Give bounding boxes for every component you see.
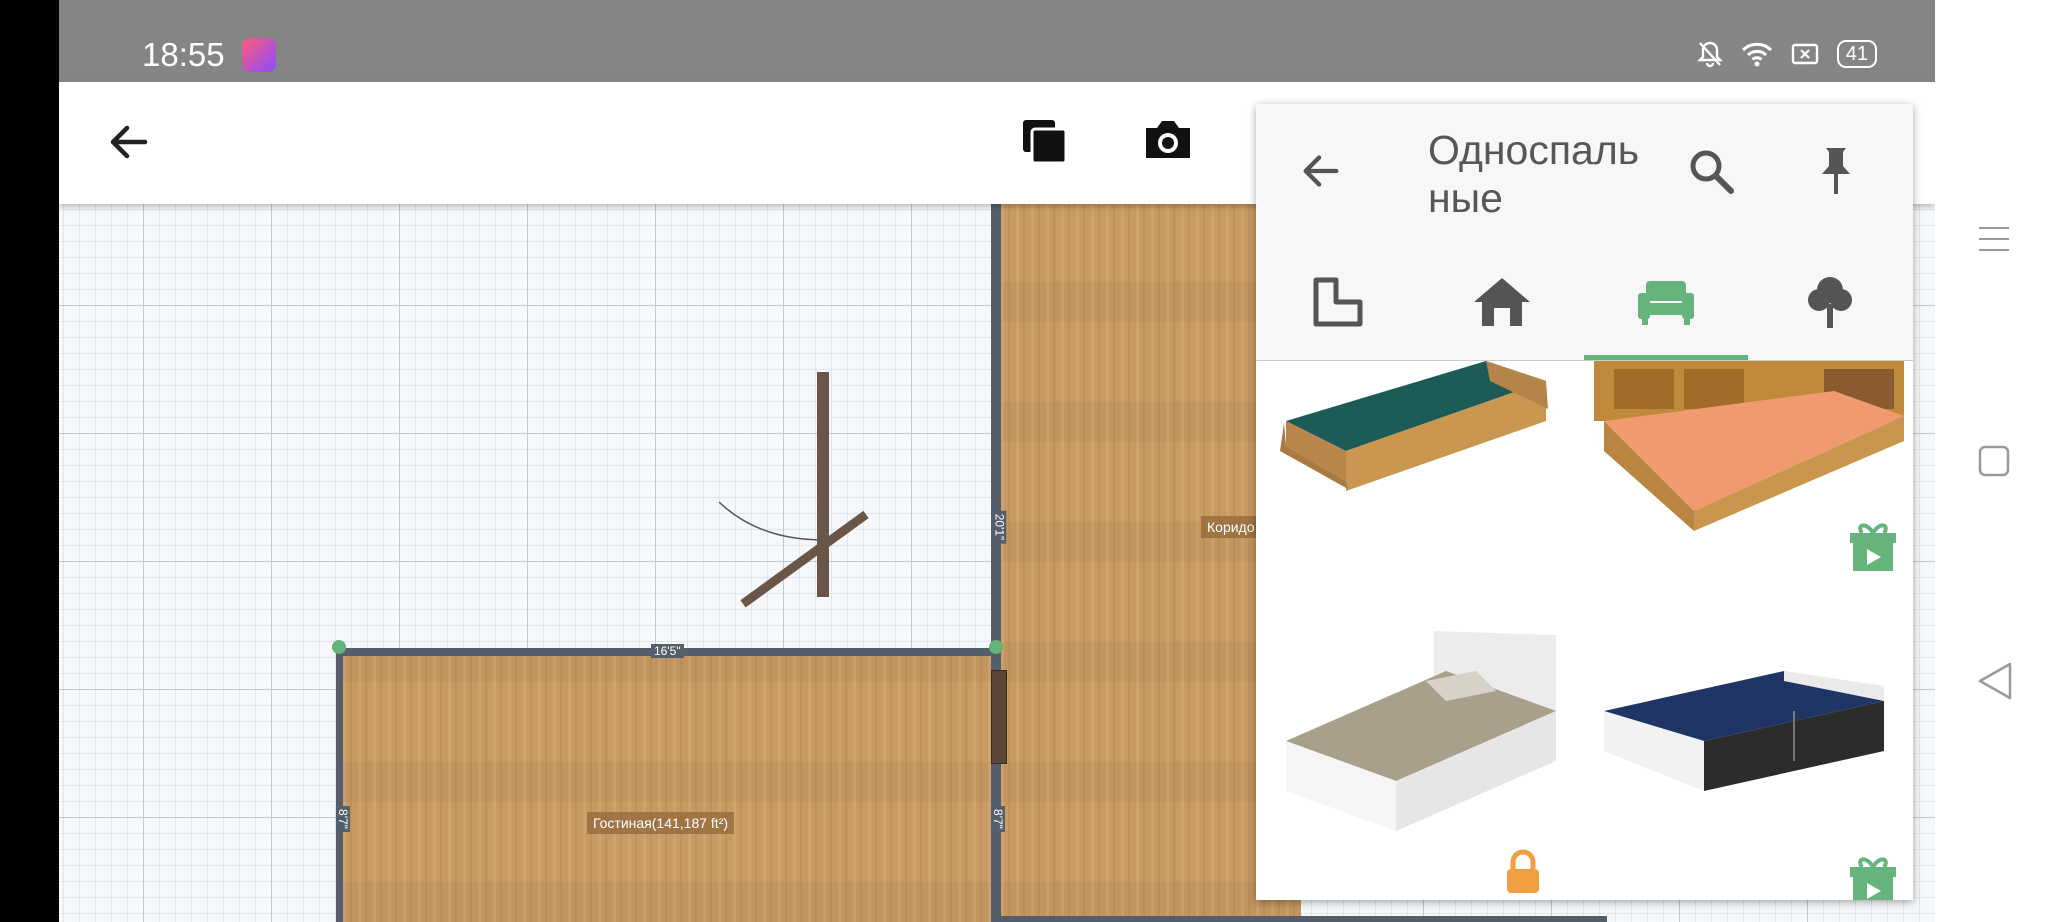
catalog-item[interactable] [1584, 361, 1912, 631]
room-shape-icon [1313, 277, 1363, 327]
panel-header: Односпальные [1256, 104, 1913, 244]
tab-house[interactable] [1420, 244, 1584, 360]
bed-thumbnail [1286, 631, 1556, 831]
status-time: 18:55 [142, 36, 225, 73]
catalog-item[interactable] [1256, 631, 1584, 900]
dim-living-right: 8'7" [990, 806, 1005, 832]
mute-bell-icon [1696, 41, 1723, 68]
room-living[interactable] [343, 656, 991, 922]
app-screen: 18:55 41 16'5" 8'7" 8'7" 20'1" Гостиная(… [59, 0, 1935, 922]
corner-node[interactable] [989, 640, 1003, 654]
panel-title: Односпальные [1428, 127, 1640, 221]
catalog-item[interactable] [1256, 361, 1584, 631]
tab-furniture[interactable] [1584, 244, 1748, 360]
panel-tabs [1256, 244, 1913, 361]
app-notification-icon [242, 38, 276, 72]
sim-icon [1791, 43, 1818, 65]
room-label-corridor[interactable]: Коридо [1201, 516, 1261, 538]
bed-thumbnail [1280, 361, 1548, 491]
home-square-icon[interactable] [1978, 445, 2010, 477]
door-frame[interactable] [817, 372, 829, 597]
back-arrow-icon[interactable] [105, 118, 153, 166]
tab-outdoor[interactable] [1748, 244, 1912, 360]
corner-node[interactable] [332, 640, 346, 654]
dim-living-left: 8'7" [335, 806, 350, 832]
active-tab-indicator [1584, 355, 1748, 360]
status-bar: 18:55 41 [59, 0, 1935, 82]
catalog-item[interactable] [1584, 631, 1912, 900]
wall-living-left[interactable] [336, 648, 343, 922]
gift-video-icon[interactable] [1848, 519, 1898, 573]
status-icons: 41 [1696, 40, 1877, 68]
house-icon [1474, 278, 1530, 326]
wall-corridor-bottom[interactable] [1001, 916, 1607, 922]
dim-corridor-left: 20'1" [992, 510, 1007, 544]
search-icon[interactable] [1686, 146, 1736, 196]
dim-living-top: 16'5" [651, 644, 684, 658]
camera-icon[interactable] [1140, 116, 1196, 164]
gift-video-icon[interactable] [1848, 853, 1898, 900]
room-label-living[interactable]: Гостиная(141,187 ft²) [587, 812, 735, 834]
tab-rooms[interactable] [1256, 244, 1420, 360]
battery-indicator: 41 [1836, 40, 1877, 68]
door-living-corridor[interactable] [991, 670, 1007, 764]
bed-thumbnail [1594, 361, 1904, 531]
system-nav-bar [1935, 0, 2048, 922]
copy-icon[interactable] [1019, 116, 1069, 166]
wifi-icon [1741, 42, 1772, 67]
bed-thumbnail [1604, 671, 1884, 791]
back-arrow-icon[interactable] [1298, 148, 1344, 194]
pin-icon[interactable] [1816, 144, 1856, 198]
catalog-grid [1256, 361, 1913, 900]
tree-icon [1808, 277, 1852, 328]
back-triangle-icon[interactable] [1978, 662, 2012, 700]
door-swing-arc [719, 501, 824, 541]
catalog-panel: Односпальные [1256, 104, 1913, 900]
lock-icon[interactable] [1504, 849, 1542, 895]
sofa-icon [1638, 281, 1694, 325]
menu-icon[interactable] [1977, 222, 2011, 256]
